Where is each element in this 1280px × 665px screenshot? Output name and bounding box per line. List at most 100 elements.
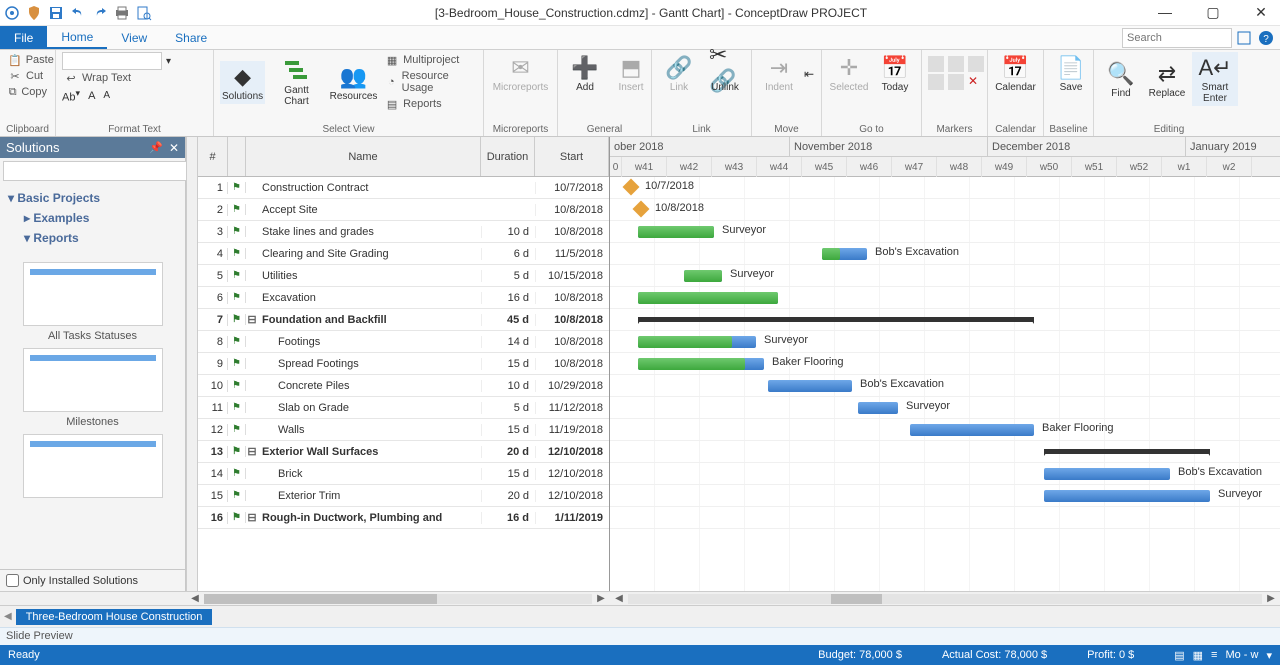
microreports-button[interactable]: ✉Microreports <box>490 52 551 95</box>
font-select[interactable] <box>62 52 162 70</box>
cut-button[interactable]: ✂Cut <box>6 68 49 84</box>
only-installed-checkbox[interactable] <box>6 574 19 587</box>
chart-row[interactable]: Surveyor <box>610 265 1280 287</box>
grid-vscroll[interactable] <box>186 137 198 591</box>
summary-bar[interactable] <box>638 317 1034 322</box>
close-button[interactable]: ✕ <box>1246 4 1276 21</box>
tree-reports[interactable]: ▾ Reports <box>8 228 177 248</box>
indent-button[interactable]: ⇥Indent <box>758 52 800 95</box>
baseline-save-button[interactable]: 📄Save <box>1050 52 1092 95</box>
panel-close-icon[interactable]: ✕ <box>169 141 179 155</box>
tree-root[interactable]: ▾ Basic Projects <box>8 188 177 208</box>
zoom-label[interactable]: Mo - w <box>1225 649 1258 662</box>
selected-button[interactable]: ✛Selected <box>828 52 870 95</box>
task-row[interactable]: 12⚑Walls15 d11/19/2018 <box>198 419 609 441</box>
shield-icon[interactable] <box>26 5 42 21</box>
task-row[interactable]: 13⚑⊟Exterior Wall Surfaces20 d12/10/2018 <box>198 441 609 463</box>
view-icon[interactable]: ▤ <box>1174 649 1184 662</box>
replace-button[interactable]: ⇄Replace <box>1146 58 1188 101</box>
task-bar[interactable] <box>1044 468 1170 480</box>
col-num[interactable]: # <box>198 137 228 176</box>
panel-search-input[interactable] <box>3 161 188 181</box>
smart-enter-button[interactable]: A↵Smart Enter <box>1192 52 1238 106</box>
summary-bar[interactable] <box>1044 449 1210 454</box>
solutions-button[interactable]: ◆Solutions <box>220 61 265 104</box>
chart-row[interactable]: Bob's Excavation <box>610 243 1280 265</box>
zoom-dropdown-icon[interactable]: ▾ <box>1266 649 1272 662</box>
search-input[interactable] <box>1122 28 1232 48</box>
task-row[interactable]: 14⚑Brick15 d12/10/2018 <box>198 463 609 485</box>
chart-row[interactable]: Surveyor <box>610 331 1280 353</box>
task-bar[interactable] <box>1044 490 1210 502</box>
task-row[interactable]: 16⚑⊟Rough-in Ductwork, Plumbing and16 d1… <box>198 507 609 529</box>
task-row[interactable]: 5⚑Utilities5 d10/15/2018 <box>198 265 609 287</box>
marker-del-icon[interactable]: ✕ <box>968 74 984 90</box>
redo-icon[interactable] <box>92 5 108 21</box>
grid-hscroll[interactable]: ◀▶ <box>186 591 610 605</box>
resources-button[interactable]: 👥Resources <box>328 61 379 104</box>
chart-row[interactable]: Baker Flooring <box>610 353 1280 375</box>
chart-row[interactable] <box>610 441 1280 463</box>
resource-usage-button[interactable]: ◔Resource Usage <box>383 69 477 95</box>
tab-nav-prev[interactable]: ◀ <box>4 611 12 622</box>
task-row[interactable]: 4⚑Clearing and Site Grading6 d11/5/2018 <box>198 243 609 265</box>
multiproject-button[interactable]: ▦Multiproject <box>383 52 477 68</box>
task-row[interactable]: 11⚑Slab on Grade5 d11/12/2018 <box>198 397 609 419</box>
file-menu[interactable]: File <box>0 26 47 49</box>
document-tab[interactable]: Three-Bedroom House Construction <box>16 609 213 625</box>
target-icon[interactable] <box>4 5 20 21</box>
task-row[interactable]: 8⚑Footings14 d10/8/2018 <box>198 331 609 353</box>
marker-icon[interactable] <box>968 56 984 72</box>
chart-row[interactable] <box>610 309 1280 331</box>
tab-home[interactable]: Home <box>47 26 107 49</box>
maximize-button[interactable]: ▢ <box>1198 4 1228 21</box>
report-thumb[interactable] <box>10 434 175 498</box>
chart-row[interactable] <box>610 507 1280 529</box>
marker-icon[interactable] <box>948 56 964 72</box>
col-start[interactable]: Start <box>535 137 609 176</box>
task-row[interactable]: 6⚑Excavation16 d10/8/2018 <box>198 287 609 309</box>
chart-row[interactable]: Surveyor <box>610 485 1280 507</box>
task-row[interactable]: 9⚑Spread Footings15 d10/8/2018 <box>198 353 609 375</box>
task-row[interactable]: 1⚑Construction Contract10/7/2018 <box>198 177 609 199</box>
report-thumb[interactable]: All Tasks Statuses <box>10 262 175 342</box>
outdent-icon[interactable]: ⇤ <box>804 67 814 81</box>
marker-icon[interactable] <box>928 56 944 72</box>
find-button[interactable]: 🔍Find <box>1100 58 1142 101</box>
font-shrink-icon[interactable]: A <box>103 90 110 101</box>
today-button[interactable]: 📅Today <box>874 52 916 95</box>
chart-hscroll[interactable]: ◀▶ <box>610 591 1280 605</box>
font-case-icon[interactable]: Ab▾ <box>62 88 80 104</box>
col-name[interactable]: Name <box>246 137 481 176</box>
task-bar[interactable] <box>858 402 898 414</box>
reports-button[interactable]: ▤Reports <box>383 96 477 112</box>
print-icon[interactable] <box>114 5 130 21</box>
minimize-button[interactable]: — <box>1150 4 1180 21</box>
chart-row[interactable]: 10/8/2018 <box>610 199 1280 221</box>
tab-view[interactable]: View <box>107 26 161 49</box>
preview-icon[interactable] <box>136 5 152 21</box>
chart-row[interactable]: Bob's Excavation <box>610 375 1280 397</box>
chart-row[interactable]: Surveyor <box>610 221 1280 243</box>
copy-button[interactable]: ⧉Copy <box>6 84 49 100</box>
tree-examples[interactable]: ▸ Examples <box>8 208 177 228</box>
milestone-icon[interactable] <box>633 201 650 218</box>
font-grow-icon[interactable]: A <box>88 90 95 102</box>
paste-button[interactable]: 📋Paste <box>6 52 49 68</box>
pin-icon[interactable]: 📌 <box>149 141 163 154</box>
task-row[interactable]: 7⚑⊟Foundation and Backfill45 d10/8/2018 <box>198 309 609 331</box>
add-button[interactable]: ➕Add <box>564 52 606 95</box>
chart-row[interactable] <box>610 287 1280 309</box>
insert-button[interactable]: ⬒Insert <box>610 52 652 95</box>
task-row[interactable]: 10⚑Concrete Piles10 d10/29/2018 <box>198 375 609 397</box>
unlink-button[interactable]: ✂🔗Unlink <box>704 52 746 95</box>
tab-share[interactable]: Share <box>161 26 221 49</box>
col-duration[interactable]: Duration <box>481 137 535 176</box>
task-row[interactable]: 15⚑Exterior Trim20 d12/10/2018 <box>198 485 609 507</box>
undo-icon[interactable] <box>70 5 86 21</box>
view-icon[interactable]: ≡ <box>1211 649 1217 662</box>
task-bar[interactable] <box>910 424 1034 436</box>
link-button[interactable]: 🔗Link <box>658 52 700 95</box>
task-row[interactable]: 3⚑Stake lines and grades10 d10/8/2018 <box>198 221 609 243</box>
task-bar[interactable] <box>768 380 852 392</box>
